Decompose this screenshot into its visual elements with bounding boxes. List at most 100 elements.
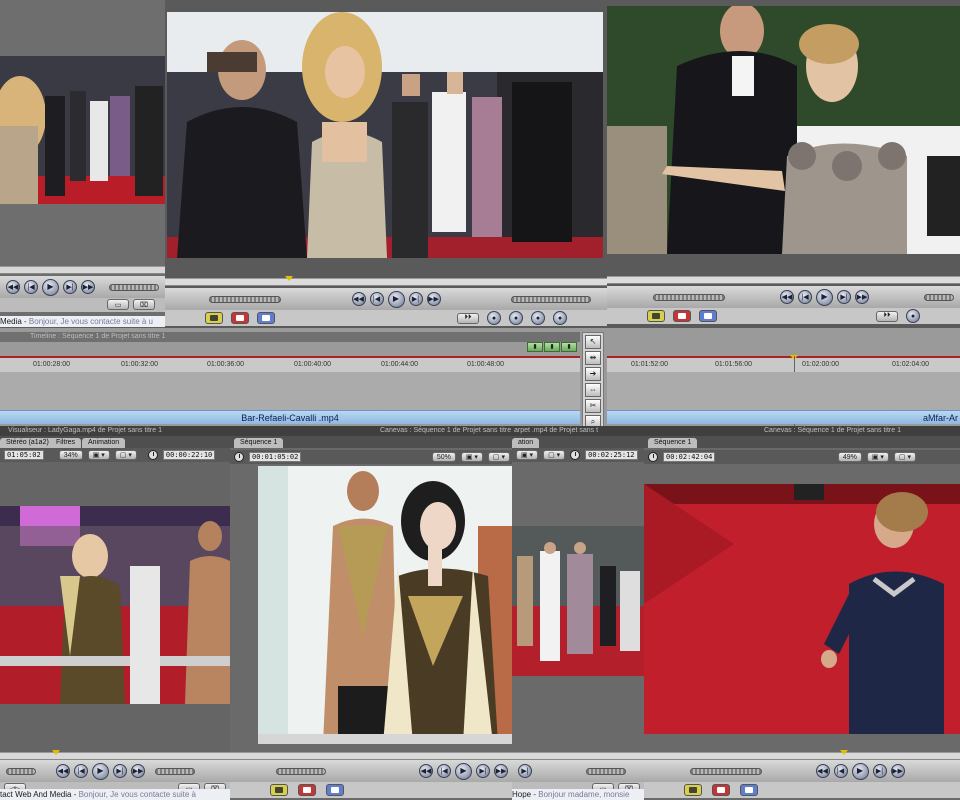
shuttle-control[interactable]	[653, 293, 725, 301]
jog-control[interactable]	[586, 767, 626, 775]
mark-in-button[interactable]	[205, 312, 223, 324]
step-forward-button[interactable]: ▶|	[476, 764, 490, 778]
step-back-button[interactable]: |◀	[798, 290, 812, 304]
rewind-button[interactable]: ◀◀	[780, 290, 794, 304]
step-forward-button[interactable]: ▶|	[408, 292, 423, 306]
mail-preview-bottom-center[interactable]: Hope - Bonjour madame, monsie	[512, 789, 644, 800]
view-popup[interactable]: ▣ ▾	[460, 452, 483, 462]
tab-animation[interactable]: Animation	[82, 438, 126, 448]
rewind-button[interactable]: ◀◀	[56, 764, 70, 778]
play-button[interactable]: ▶	[455, 762, 472, 780]
timeline-ruler-left[interactable]: 01:00:28:00 01:00:32:00 01:00:36:00 01:0…	[0, 356, 580, 372]
tab-sequence-1[interactable]: Séquence 1	[234, 438, 284, 448]
gap-button[interactable]: ●	[531, 311, 545, 325]
timeline-toggle-buttons[interactable]: ▮ ▮ ▮	[527, 342, 577, 352]
rewind-button[interactable]: ◀◀	[6, 280, 20, 294]
fast-forward-button[interactable]: ▶▶	[426, 292, 441, 306]
display-popup[interactable]: ▢ ▾	[893, 452, 916, 462]
roll-tool-icon[interactable]: ⇔	[585, 383, 601, 397]
mark-clip-button[interactable]: ▭	[107, 299, 129, 310]
loop-button[interactable]: ●	[906, 309, 920, 323]
step-back-button[interactable]: |◀	[833, 764, 848, 778]
duration-timecode[interactable]: 00:01:05:02	[249, 452, 302, 462]
display-popup[interactable]: ▢ ▾	[487, 452, 510, 462]
fast-forward-button[interactable]: ▶▶	[81, 280, 95, 294]
step-back-button[interactable]: |◀	[74, 764, 88, 778]
step-forward-button[interactable]: ▶|	[113, 764, 127, 778]
fast-forward-button[interactable]: ▶▶	[131, 764, 145, 778]
loop-button[interactable]: ●	[487, 311, 501, 325]
mail-preview-bottom-left[interactable]: tact Web And Media - Bonjour, Je vous co…	[0, 789, 230, 800]
timeline-ruler-right[interactable]: 01:01:52:00 01:01:56:00 01:02:00:00 01:0…	[607, 355, 960, 372]
add-marker-button[interactable]	[740, 784, 758, 796]
zoom-popup[interactable]: 34%	[58, 450, 83, 460]
fast-forward-button[interactable]: ▶▶	[855, 290, 869, 304]
step-back-button[interactable]: |◀	[369, 292, 384, 306]
mark-out-button[interactable]	[298, 784, 316, 796]
mark-out-button[interactable]	[712, 784, 730, 796]
duration-timecode[interactable]: 00:02:42:04	[663, 452, 716, 462]
rewind-button[interactable]: ◀◀	[815, 764, 830, 778]
mark-out-button[interactable]	[231, 312, 249, 324]
step-back-button[interactable]: |◀	[437, 764, 451, 778]
shuttle-control[interactable]	[209, 295, 281, 303]
duration-timecode[interactable]: 01:05:02	[4, 450, 44, 460]
step-forward-button[interactable]: ▶|	[837, 290, 851, 304]
step-back-button[interactable]: |◀	[24, 280, 38, 294]
track-select-tool-icon[interactable]: ➔	[585, 367, 601, 381]
tab-sequence-1[interactable]: Séquence 1	[648, 438, 698, 448]
shuttle-control[interactable]	[109, 283, 159, 291]
tab-animation[interactable]: ation	[512, 438, 540, 448]
edit-insert-button[interactable]: ⏵⏵	[876, 310, 898, 322]
fast-forward-button[interactable]: ▶▶	[890, 764, 905, 778]
edit-select-tool-icon[interactable]: ⇹	[585, 351, 601, 365]
jog-control[interactable]	[511, 295, 591, 303]
display-popup[interactable]: ▢ ▾	[114, 450, 137, 460]
zoom-popup[interactable]: 50%	[431, 452, 456, 462]
timeline-clip-right[interactable]: aMfar-Ar	[607, 410, 960, 424]
video-track-right[interactable]	[607, 372, 960, 410]
timeline-clip[interactable]: Bar-Refaeli-Cavalli .mp4	[0, 410, 580, 424]
step-forward-button[interactable]: ▶|	[872, 764, 887, 778]
shuttle-control[interactable]	[690, 767, 762, 775]
audio-button[interactable]: ●	[509, 311, 523, 325]
play-button[interactable]: ▶	[816, 288, 833, 306]
play-button[interactable]: ▶	[851, 762, 869, 780]
play-button[interactable]: ▶	[42, 278, 59, 296]
rewind-button[interactable]: ◀◀	[419, 764, 433, 778]
step-forward-button[interactable]: ▶|	[63, 280, 77, 294]
video-track-left[interactable]	[0, 372, 580, 410]
add-marker-button[interactable]	[326, 784, 344, 796]
mark-in-button[interactable]	[270, 784, 288, 796]
mark-out-button[interactable]	[673, 310, 691, 322]
playhead-marker[interactable]	[840, 750, 848, 755]
shuttle-control[interactable]	[6, 767, 36, 775]
mark-in-button[interactable]	[684, 784, 702, 796]
rewind-button[interactable]: ◀◀	[351, 292, 366, 306]
overlay-button[interactable]: ●	[553, 311, 567, 325]
edit-insert-button[interactable]: ⏵⏵	[457, 312, 479, 324]
display-popup[interactable]: ▢ ▾	[543, 450, 566, 460]
tab-filters[interactable]: Filtres	[50, 438, 82, 448]
playhead-marker[interactable]	[52, 750, 60, 755]
play-button[interactable]: ▶	[92, 762, 109, 780]
match-frame-button[interactable]: ⌧	[133, 299, 155, 310]
current-timecode[interactable]: 00:02:25:12	[585, 450, 638, 460]
current-timecode[interactable]: 00:00:22:10	[162, 450, 216, 460]
jog-control[interactable]	[155, 767, 195, 775]
step-forward-button[interactable]: ▶|	[518, 764, 532, 778]
playhead-marker[interactable]	[285, 276, 293, 281]
scrubber-bar-top-center[interactable]	[165, 276, 607, 286]
tab-stereo[interactable]: Stéréo (a1a2)	[0, 438, 55, 448]
mark-in-button[interactable]	[647, 310, 665, 322]
add-marker-button[interactable]	[257, 312, 275, 324]
view-popup[interactable]: ▣ ▾	[866, 452, 889, 462]
play-button[interactable]: ▶	[387, 290, 405, 308]
razor-tool-icon[interactable]: ✂	[585, 399, 601, 413]
mail-preview-top-left[interactable]: Media - Bonjour, Je vous contacte suite …	[0, 316, 165, 327]
zoom-popup[interactable]: 49%	[837, 452, 862, 462]
view-popup[interactable]: ▣ ▾	[87, 450, 110, 460]
add-marker-button[interactable]	[699, 310, 717, 322]
jog-control[interactable]	[924, 293, 954, 301]
shuttle-control[interactable]	[276, 767, 326, 775]
